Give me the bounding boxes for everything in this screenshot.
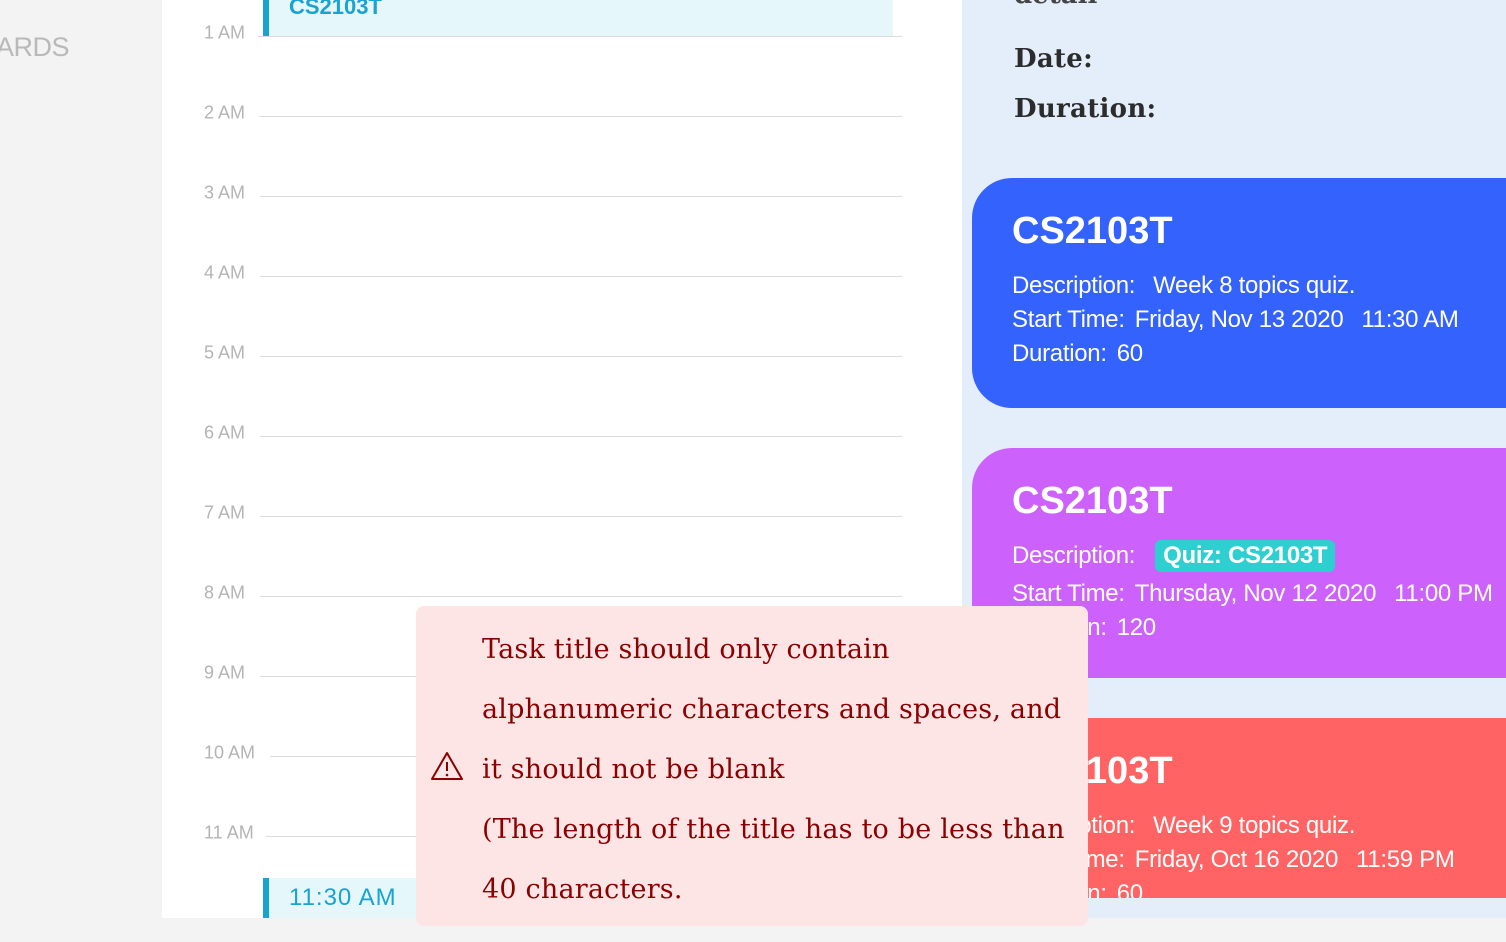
hour-label: 5 AM [204, 342, 246, 363]
hour-label: 1 AM [204, 22, 246, 43]
start-time-label: Start Time: [1012, 306, 1125, 333]
error-message-text: Task title should only contain alphanume… [482, 620, 1072, 920]
task-card-title: CS2103T [1012, 480, 1173, 522]
event-time: 11:30 AM [289, 884, 397, 911]
hour-gridline [260, 596, 902, 597]
hour-label: 9 AM [204, 662, 246, 683]
error-line: alphanumeric characters and spaces, and [482, 694, 1062, 725]
hour-label: 11 AM [204, 822, 254, 843]
duration-value: 60 [1116, 340, 1143, 367]
description-value: Week 9 topics quiz. [1153, 812, 1356, 839]
event-title: CS2103T [289, 0, 382, 19]
description-label: Description: [1012, 542, 1136, 569]
hour-label: 4 AM [204, 262, 246, 283]
tag-badge[interactable]: Quiz: CS2103T [1155, 540, 1336, 572]
hour-label: 6 AM [204, 422, 246, 443]
error-line: it should not be blank [482, 754, 785, 785]
start-date-value: Thursday, Nov 12 2020 [1134, 580, 1377, 607]
detail-heading: detail [1014, 0, 1097, 10]
start-time-label: Start Time: [1012, 580, 1125, 607]
hour-label: 8 AM [204, 582, 246, 603]
hour-gridline [258, 36, 902, 37]
date-label: Date: [1014, 44, 1094, 74]
hour-gridline [259, 116, 902, 117]
description-label: Description: [1012, 272, 1136, 299]
duration-value: 60 [1116, 880, 1143, 898]
error-line: Task title should only contain [482, 634, 890, 665]
task-card[interactable]: CS2103T Description: Week 8 topics quiz. … [972, 178, 1506, 408]
start-date-value: Friday, Nov 13 2020 [1134, 306, 1344, 333]
hour-gridline [260, 436, 902, 437]
hour-gridline [260, 196, 902, 197]
hour-label: 3 AM [204, 182, 246, 203]
hour-gridline [260, 516, 902, 517]
hour-label: 7 AM [204, 502, 246, 523]
calendar-event-block[interactable]: CS2103T [263, 0, 893, 37]
start-date-value: Friday, Oct 16 2020 [1134, 846, 1339, 873]
sidebar-nav-label[interactable]: ARDS [0, 32, 70, 63]
error-line: 40 characters. [482, 874, 683, 905]
warning-triangle-icon [431, 752, 463, 780]
start-time-value: 11:30 AM [1361, 306, 1459, 333]
hour-gridline [260, 356, 902, 357]
start-time-value: 11:00 PM [1394, 580, 1493, 607]
error-line: (The length of the title has to be less … [482, 814, 1065, 845]
start-time-value: 11:59 PM [1356, 846, 1455, 873]
duration-value: 120 [1116, 614, 1156, 641]
task-card-title: CS2103T [1012, 210, 1173, 252]
hour-label: 2 AM [204, 102, 246, 123]
description-value: Week 8 topics quiz. [1153, 272, 1356, 299]
hour-label: 10 AM [204, 742, 256, 763]
hour-gridline [260, 276, 902, 277]
duration-label: Duration: [1012, 340, 1107, 367]
error-message-popup: Task title should only contain alphanume… [416, 606, 1088, 926]
duration-label: Duration: [1014, 94, 1157, 124]
